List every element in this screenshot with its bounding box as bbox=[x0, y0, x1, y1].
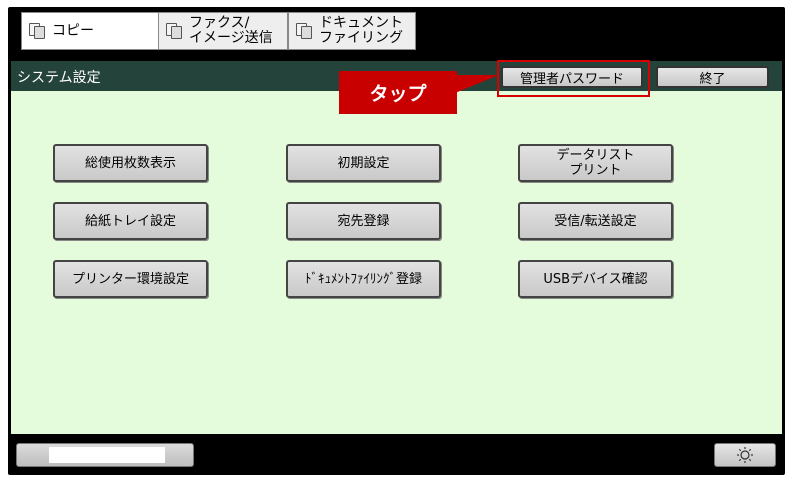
usb-device-check-button[interactable]: USBデバイス確認 bbox=[518, 260, 673, 298]
copy-icon bbox=[28, 22, 48, 40]
tab-fax-label: ファクス/ イメージ送信 bbox=[189, 15, 273, 46]
tab-document-filing-label: ドキュメント ファイリング bbox=[319, 15, 403, 46]
receive-forward-settings-button[interactable]: 受信/転送設定 bbox=[518, 202, 673, 240]
highlight-box bbox=[497, 60, 650, 97]
brightness-icon bbox=[737, 447, 753, 463]
tab-copy-label: コピー bbox=[52, 22, 94, 39]
address-control-button[interactable]: 宛先登録 bbox=[286, 202, 441, 240]
status-slider-track bbox=[49, 447, 165, 463]
default-settings-button[interactable]: 初期設定 bbox=[286, 144, 441, 182]
tab-document-filing[interactable]: ドキュメント ファイリング bbox=[288, 12, 416, 50]
paper-tray-settings-button[interactable]: 給紙トレイ設定 bbox=[53, 202, 208, 240]
system-settings-panel: 総使用枚数表示 初期設定 データリスト プリント 給紙トレイ設定 宛先登録 受信… bbox=[11, 91, 782, 434]
tap-callout: タップ bbox=[339, 71, 457, 114]
callout-arrow-icon bbox=[455, 75, 499, 93]
list-print-button[interactable]: データリスト プリント bbox=[518, 144, 673, 182]
brightness-button[interactable] bbox=[714, 443, 776, 467]
printer-condition-settings-button[interactable]: プリンター環境設定 bbox=[53, 260, 208, 298]
total-count-button[interactable]: 総使用枚数表示 bbox=[53, 144, 208, 182]
exit-button[interactable]: 終了 bbox=[656, 66, 769, 88]
tab-copy[interactable]: コピー bbox=[21, 12, 162, 50]
tab-fax-image-send[interactable]: ファクス/ イメージ送信 bbox=[158, 12, 288, 50]
page-title: システム設定 bbox=[17, 70, 101, 86]
document-filing-control-button[interactable]: ﾄﾞｷｭﾒﾝﾄﾌｧｲﾘﾝｸﾞ登録 bbox=[286, 260, 441, 298]
document-filing-icon bbox=[295, 22, 315, 40]
status-slider[interactable] bbox=[16, 443, 194, 467]
fax-icon bbox=[165, 22, 185, 40]
